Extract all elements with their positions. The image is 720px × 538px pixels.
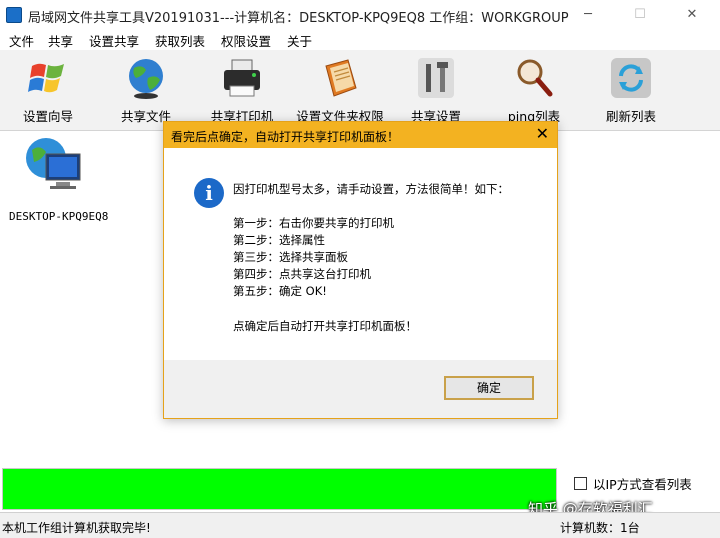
dialog-title-bar: 看完后点确定，自动打开共享打印机面板！ ✕ — [164, 122, 557, 148]
progress-bar — [2, 468, 557, 510]
maximize-button[interactable]: ☐ — [620, 4, 660, 26]
toolbar: 设置向导 共享文件 共享打印机 设置文件夹权限 共享设置 ping列表 刷新列表 — [0, 50, 720, 131]
folder-permission-button[interactable]: 设置文件夹权限 — [294, 54, 386, 126]
setup-wizard-button[interactable]: 设置向导 — [2, 54, 94, 126]
dialog-step: 第二步：选择属性 — [233, 233, 325, 247]
ip-view-option[interactable]: 以IP方式查看列表 — [574, 474, 692, 493]
share-file-button[interactable]: 共享文件 — [100, 54, 192, 126]
dialog-footer: 确定 — [164, 360, 557, 418]
info-icon: i — [194, 178, 224, 208]
share-settings-button[interactable]: 共享设置 — [390, 54, 482, 126]
computer-icon[interactable] — [22, 136, 86, 196]
refresh-icon — [611, 58, 651, 98]
dialog-step: 第一步：右击你要共享的打印机 — [233, 216, 394, 230]
close-button[interactable]: ✕ — [672, 4, 712, 26]
app-icon — [6, 7, 22, 23]
ip-view-label: 以IP方式查看列表 — [593, 477, 692, 492]
computer-count: 计算机数：1台 — [560, 521, 640, 535]
window-title: 局域网文件共享工具V20191031---计算机名：DESKTOP-KPQ9EQ… — [28, 11, 569, 26]
ip-view-checkbox[interactable] — [574, 477, 587, 490]
tool-label: 刷新列表 — [605, 109, 656, 124]
dialog-body: i 因打印机型号太多，请手动设置，方法很简单！如下： 第一步：右击你要共享的打印… — [164, 148, 557, 360]
printer-icon — [224, 59, 260, 97]
computer-name-label[interactable]: DESKTOP-KPQ9EQ8 — [9, 210, 108, 223]
menu-bar: 文件 共享 设置共享 获取列表 权限设置 关于 — [0, 30, 720, 50]
dialog-step: 第三步：选择共享面板 — [233, 250, 348, 264]
dialog-title: 看完后点确定，自动打开共享打印机面板！ — [171, 130, 400, 144]
menu-permissions[interactable]: 权限设置 — [221, 31, 271, 50]
dialog-step: 第四步：点共享这台打印机 — [233, 267, 371, 281]
folder-permission-icon — [325, 59, 357, 97]
tools-icon — [418, 58, 454, 98]
dialog-message: 因打印机型号太多，请手动设置，方法很简单！如下： — [233, 182, 509, 196]
dialog-note: 点确定后自动打开共享打印机面板！ — [233, 319, 417, 333]
ok-button[interactable]: 确定 — [444, 376, 534, 400]
menu-about[interactable]: 关于 — [287, 31, 312, 50]
ping-list-button[interactable]: ping列表 — [488, 54, 580, 126]
minimize-button[interactable]: ─ — [568, 4, 608, 26]
refresh-list-button[interactable]: 刷新列表 — [585, 54, 677, 126]
windows-flag-icon — [28, 63, 64, 93]
menu-file[interactable]: 文件 — [9, 31, 34, 50]
dialog-close-button[interactable]: ✕ — [536, 125, 549, 143]
menu-share[interactable]: 共享 — [48, 31, 73, 50]
status-bar: 本机工作组计算机获取完毕! 计算机数：1台 — [0, 512, 720, 538]
tool-label: 设置向导 — [22, 109, 73, 124]
title-bar: 局域网文件共享工具V20191031---计算机名：DESKTOP-KPQ9EQ… — [0, 0, 720, 31]
magnifier-icon — [517, 59, 553, 97]
share-printer-button[interactable]: 共享打印机 — [196, 54, 288, 126]
dialog-step: 第五步：确定 OK! — [233, 284, 327, 298]
menu-get-list[interactable]: 获取列表 — [155, 31, 205, 50]
progress-fill — [3, 469, 556, 509]
globe-icon — [129, 59, 163, 99]
menu-set-share[interactable]: 设置共享 — [89, 31, 139, 50]
status-message: 本机工作组计算机获取完毕! — [2, 521, 151, 535]
printer-instructions-dialog: 看完后点确定，自动打开共享打印机面板！ ✕ i 因打印机型号太多，请手动设置，方… — [163, 121, 558, 419]
